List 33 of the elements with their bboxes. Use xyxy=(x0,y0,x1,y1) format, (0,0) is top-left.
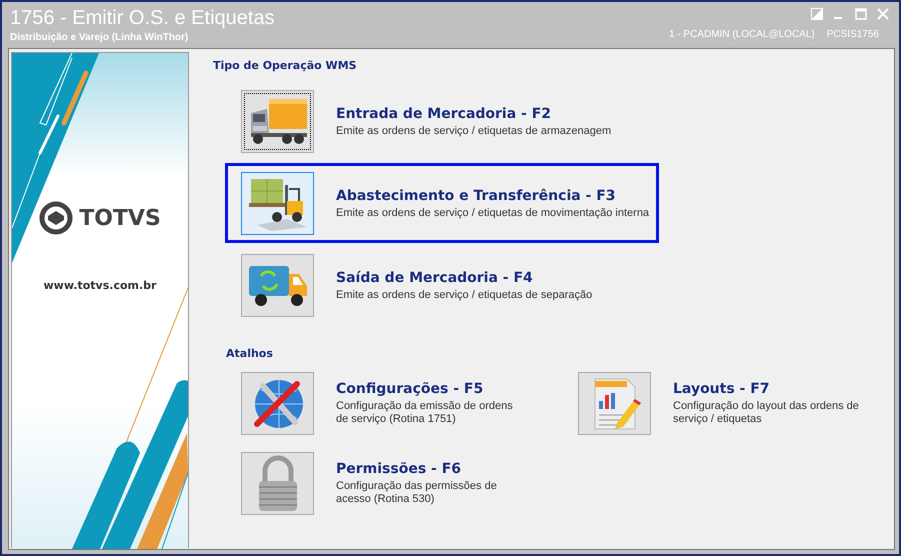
operation-item[interactable]: Entrada de Mercadoria - F2 Emite as ordens de serviço / etiquetas de armazenagem xyxy=(225,81,659,161)
window-subtitle: Distribuição e Varejo (Linha WinThor) xyxy=(10,32,190,43)
operation-title: Saída de Mercadoria - F4 xyxy=(336,270,533,286)
operation-item[interactable]: Saída de Mercadoria - F4 Emite as ordens de serviço / etiquetas de separação xyxy=(225,245,659,325)
user-info: 1 - PCADMIN (LOCAL@LOCAL) xyxy=(668,29,815,40)
shortcut-description: Configuração das permissões de acesso (Rotina 530) xyxy=(336,480,498,506)
logo-icon xyxy=(39,201,74,235)
window-title: 1756 - Emitir O.S. e Etiquetas xyxy=(10,6,275,30)
operation-title: Abastecimento e Transferência - F3 xyxy=(336,188,616,204)
website-url: www.totvs.com.br xyxy=(44,279,156,292)
shortcut-title: Configurações - F5 xyxy=(336,381,484,397)
operation-button[interactable] xyxy=(241,90,314,152)
shortcut-description: Configuração do layout das ordens de serviço / etiquetas xyxy=(673,400,860,426)
section-title: Tipo de Operação WMS xyxy=(213,59,357,72)
operation-description: Emite as ordens de serviço / etiquetas de separação xyxy=(336,288,592,300)
shortcut-button[interactable] xyxy=(241,372,314,435)
close-icon[interactable] xyxy=(877,8,889,20)
operation-description: Emite as ordens de serviço / etiquetas de armazenagem xyxy=(336,124,612,136)
operation-button[interactable] xyxy=(241,172,314,234)
program-code: PCSIS1756 xyxy=(826,29,879,40)
operation-item[interactable]: Abastecimento e Transferência - F3 Emite as ordens de serviço / etiquetas de movimentação interna xyxy=(225,163,659,243)
operation-button[interactable] xyxy=(241,254,314,316)
operation-title: Entrada de Mercadoria - F2 xyxy=(336,106,552,122)
operation-description: Emite as ordens de serviço / etiquetas de movimentação interna xyxy=(336,206,650,218)
logo-text: TOTVS xyxy=(79,206,161,230)
shortcut-title: Layouts - F7 xyxy=(673,381,770,397)
shortcut-description: Configuração da emissão de ordens de serviço (Rotina 1751) xyxy=(336,400,514,426)
shortcut-title: Permissões - F6 xyxy=(336,461,462,477)
restore-icon[interactable] xyxy=(811,8,823,20)
shortcut-button[interactable] xyxy=(241,452,314,515)
section-title: Atalhos xyxy=(226,347,273,360)
shortcut-button[interactable] xyxy=(578,372,651,435)
maximize-icon[interactable] xyxy=(855,8,867,20)
